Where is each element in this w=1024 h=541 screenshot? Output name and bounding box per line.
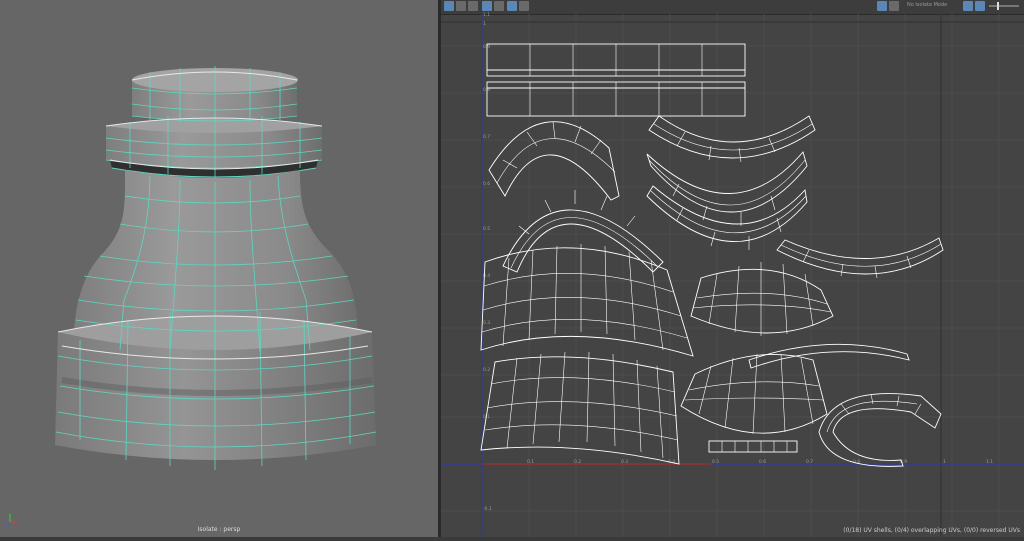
v-tick-7: 0.7	[483, 134, 490, 140]
uv-editor-viewport[interactable]: No Isolate Mode 0.1 0.2 0.3 0.4 0.5 0.6 …	[441, 0, 1024, 537]
u-tick-10: 1	[943, 459, 946, 465]
uv-shell-strip-bottom	[486, 81, 746, 117]
uv-shell-arch-4	[646, 151, 808, 226]
uv-shell-fan-2	[480, 351, 680, 465]
uv-shells	[480, 43, 944, 467]
uv-shell-arch-6	[776, 237, 944, 279]
uv-shell-strip-top	[486, 43, 746, 77]
u-tick-11: 1.1	[986, 459, 993, 465]
u-tick-6: 0.6	[759, 459, 766, 465]
v-tick-11: 1.1	[483, 12, 490, 18]
uv-shell-arch-3	[648, 115, 816, 163]
uv-shell-fan-3	[690, 262, 834, 336]
uv-shell-thin-strip	[748, 343, 910, 369]
uv-shell-small-rect	[708, 440, 798, 453]
u-tick-5: 0.5	[712, 459, 719, 465]
v-tick-10: 1	[483, 21, 486, 27]
v-tick-3: 0.3	[483, 320, 490, 326]
u-tick-1: 0.1	[527, 459, 534, 465]
uv-shell-arch-5	[646, 185, 808, 250]
uv-shell-ring	[818, 393, 942, 467]
viewport-label: Isolate : persp	[197, 526, 241, 533]
v-tick-6: 0.6	[483, 181, 490, 187]
v-tick-2: 0.2	[483, 367, 490, 373]
uv-canvas: 0.1 0.2 0.3 0.4 0.5 0.6 0.7 0.8 0.9 1 1.…	[441, 12, 1024, 537]
u-tick-7: 0.7	[806, 459, 813, 465]
uv-status-bar: (0/18) UV shells, (0/4) overlapping UVs,…	[843, 527, 1020, 534]
u-tick-3: 0.3	[621, 459, 628, 465]
uv-grid	[441, 14, 1024, 537]
mesh-render	[4, 66, 377, 528]
uv-shell-arch-1	[488, 121, 620, 201]
perspective-viewport[interactable]: Isolate : persp	[0, 0, 438, 537]
v-tick-5: 0.5	[483, 226, 490, 232]
uv-shell-fan-4	[680, 353, 828, 435]
v-tick-neg: -0.1	[483, 506, 492, 512]
u-tick-2: 0.2	[574, 459, 581, 465]
